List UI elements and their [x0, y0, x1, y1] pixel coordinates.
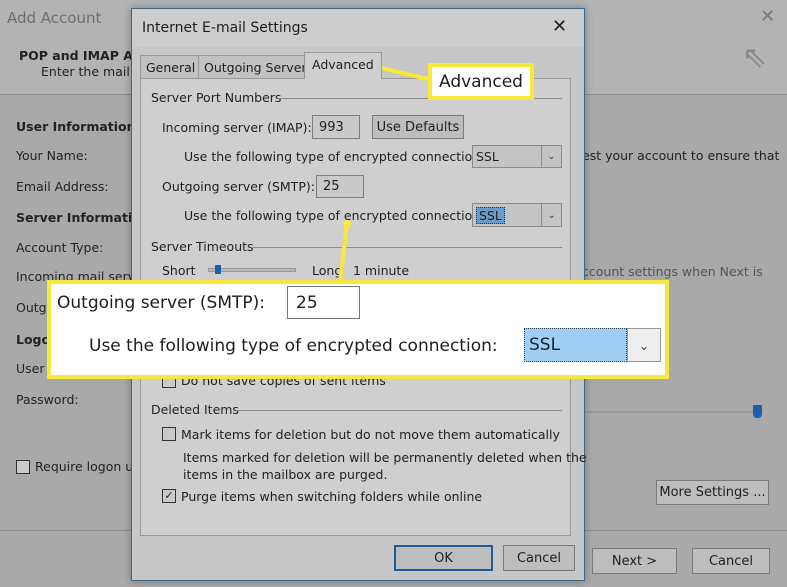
advanced-callout: Advanced	[428, 63, 534, 100]
advanced-connector-line	[372, 64, 433, 82]
zoom-encryption-value: SSL	[524, 328, 627, 362]
zoom-outgoing-label: Outgoing server (SMTP):	[57, 293, 266, 313]
tab-advanced[interactable]: Advanced	[304, 52, 382, 79]
chevron-down-icon: ⌄	[627, 328, 661, 362]
zoom-callout: Outgoing server (SMTP): 25 Use the follo…	[47, 280, 669, 379]
zoom-encryption-label: Use the following type of encrypted conn…	[89, 336, 498, 356]
encryption-connector-dot	[343, 220, 351, 228]
zoom-outgoing-port: 25	[287, 286, 360, 319]
encryption-connector-line	[338, 223, 349, 283]
